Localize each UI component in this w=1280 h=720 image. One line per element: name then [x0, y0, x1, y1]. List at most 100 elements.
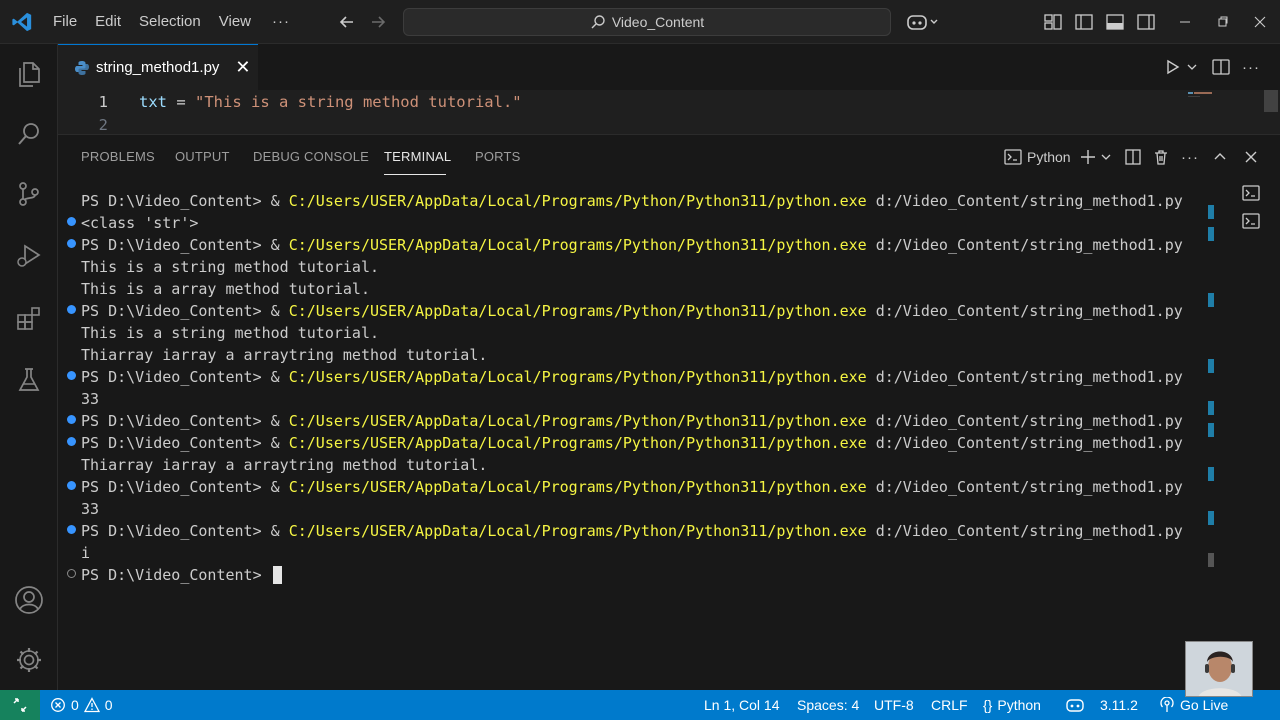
- toggle-sidebar-icon[interactable]: [1074, 12, 1094, 32]
- tab-ports[interactable]: PORTS: [475, 149, 521, 164]
- manage-gear-icon[interactable]: [13, 644, 45, 676]
- editor-area: string_method1.py ✕ ··· 1 txt = "This is…: [58, 44, 1280, 134]
- testing-icon[interactable]: [13, 364, 45, 396]
- broadcast-icon: [1160, 697, 1174, 712]
- command-center-search[interactable]: Video_Content: [403, 8, 891, 36]
- scrollbar-marker: [1208, 511, 1214, 525]
- terminal-command-line: PS D:\Video_Content> & C:/Users/USER/App…: [81, 236, 1183, 254]
- close-window-icon[interactable]: [1250, 12, 1270, 32]
- tab-close-icon[interactable]: ✕: [235, 57, 250, 78]
- forward-arrow-icon[interactable]: [368, 12, 388, 32]
- scrollbar-marker: [1208, 467, 1214, 481]
- search-view-icon[interactable]: [13, 118, 45, 150]
- terminal-scrollbar[interactable]: [1208, 187, 1224, 637]
- terminal-command-line: PS D:\Video_Content> & C:/Users/USER/App…: [81, 302, 1183, 320]
- command-decoration-dot[interactable]: [67, 569, 76, 578]
- go-live-label: Go Live: [1180, 697, 1229, 713]
- terminal-shell-label: Python: [1027, 149, 1071, 165]
- close-panel-icon[interactable]: [1242, 146, 1260, 168]
- command-decoration-dot[interactable]: [67, 481, 76, 490]
- extensions-icon[interactable]: [13, 302, 45, 334]
- editor-scrollbar[interactable]: [1264, 90, 1278, 112]
- editor-tab-string-method1[interactable]: string_method1.py ✕: [58, 44, 258, 90]
- terminal-shell-selector[interactable]: Python: [1004, 146, 1071, 168]
- minimap[interactable]: [1186, 90, 1216, 106]
- terminal-shell-icon: [1004, 149, 1022, 165]
- vscode-logo-icon[interactable]: [0, 0, 44, 44]
- code-line: 2: [58, 114, 1188, 136]
- terminal-output-line: 33: [81, 500, 100, 518]
- python-file-icon: [75, 60, 89, 75]
- split-terminal-icon[interactable]: [1124, 146, 1142, 168]
- command-decoration-dot[interactable]: [67, 415, 76, 424]
- eol-status[interactable]: CRLF: [931, 690, 968, 720]
- menu-selection[interactable]: Selection: [130, 0, 210, 44]
- language-mode-label: Python: [997, 697, 1041, 713]
- menu-view[interactable]: View: [210, 0, 260, 44]
- source-control-icon[interactable]: [13, 178, 45, 210]
- encoding-status[interactable]: UTF-8: [874, 690, 914, 720]
- title-bar: File Edit Selection View ··· Video_Conte…: [0, 0, 1280, 44]
- kill-terminal-trash-icon[interactable]: [1152, 146, 1170, 168]
- scrollbar-marker: [1208, 293, 1214, 307]
- run-debug-icon[interactable]: [13, 240, 45, 272]
- restore-icon[interactable]: [1212, 12, 1232, 32]
- editor-more-actions-icon[interactable]: ···: [1241, 56, 1261, 78]
- command-decoration-dot[interactable]: [67, 217, 76, 226]
- panel-tab-bar: PROBLEMS OUTPUT DEBUG CONSOLE TERMINAL P…: [58, 135, 1280, 179]
- remote-indicator-icon[interactable]: [0, 690, 40, 720]
- split-editor-icon[interactable]: [1211, 56, 1231, 78]
- panel-more-actions-icon[interactable]: ···: [1180, 146, 1200, 168]
- run-python-file-icon[interactable]: [1163, 56, 1183, 78]
- copilot-icon[interactable]: [905, 12, 941, 32]
- tab-problems[interactable]: PROBLEMS: [81, 149, 155, 164]
- terminal-instance-powershell-icon[interactable]: [1240, 182, 1262, 204]
- indentation-status[interactable]: Spaces: 4: [797, 690, 859, 720]
- tab-terminal[interactable]: TERMINAL: [384, 149, 451, 164]
- toggle-secondary-sidebar-icon[interactable]: [1136, 12, 1156, 32]
- menu-file[interactable]: File: [44, 0, 86, 44]
- scrollbar-marker: [1208, 205, 1214, 219]
- language-mode-status[interactable]: {} Python: [983, 690, 1041, 720]
- toggle-panel-icon[interactable]: [1105, 12, 1125, 32]
- run-dropdown-chevron-icon[interactable]: [1182, 56, 1202, 78]
- terminal-output-line: This is a string method tutorial.: [81, 324, 380, 342]
- code-editor[interactable]: 1 txt = "This is a string method tutoria…: [58, 90, 1280, 134]
- terminal-prompt-line: PS D:\Video_Content>: [81, 564, 282, 586]
- accounts-icon[interactable]: [13, 584, 45, 616]
- menu-edit[interactable]: Edit: [86, 0, 130, 44]
- activity-bar: [0, 44, 58, 690]
- customize-layout-icon[interactable]: [1043, 12, 1063, 32]
- terminal-output-line: This is a string method tutorial.: [81, 258, 380, 276]
- search-icon: [591, 15, 605, 29]
- terminal-output-line: <class 'str'>: [81, 214, 199, 232]
- maximize-panel-chevron-up-icon[interactable]: [1211, 146, 1229, 168]
- command-decoration-dot[interactable]: [67, 437, 76, 446]
- command-decoration-dot[interactable]: [67, 239, 76, 248]
- terminal-output[interactable]: PS D:\Video_Content> & C:/Users/USER/App…: [58, 187, 1208, 687]
- back-arrow-icon[interactable]: [337, 12, 357, 32]
- terminal-command-line: PS D:\Video_Content> & C:/Users/USER/App…: [81, 368, 1183, 386]
- tab-output[interactable]: OUTPUT: [175, 149, 230, 164]
- terminal-output-line: This is a array method tutorial.: [81, 280, 370, 298]
- code-text: txt = "This is a string method tutorial.…: [139, 93, 522, 111]
- terminal-instance-python-icon[interactable]: [1240, 210, 1262, 232]
- terminal-cursor: [272, 566, 282, 584]
- command-decoration-dot[interactable]: [67, 305, 76, 314]
- new-terminal-plus-icon[interactable]: [1079, 146, 1097, 168]
- terminal-command-line: PS D:\Video_Content> & C:/Users/USER/App…: [81, 412, 1183, 430]
- active-tab-indicator: [384, 174, 446, 175]
- line-number: 2: [98, 116, 108, 134]
- menu-more-icon[interactable]: ···: [260, 13, 302, 30]
- terminal-dropdown-chevron-icon[interactable]: [1099, 146, 1113, 168]
- minimize-icon[interactable]: [1175, 12, 1195, 32]
- command-decoration-dot[interactable]: [67, 525, 76, 534]
- problems-status[interactable]: 0 0: [50, 690, 113, 720]
- command-decoration-dot[interactable]: [67, 371, 76, 380]
- tab-debug-console[interactable]: DEBUG CONSOLE: [253, 149, 369, 164]
- webcam-overlay: [1185, 641, 1253, 697]
- cursor-position-status[interactable]: Ln 1, Col 14: [704, 690, 780, 720]
- python-interpreter-status[interactable]: 3.11.2: [1100, 690, 1138, 720]
- copilot-status-icon[interactable]: [1066, 690, 1084, 720]
- explorer-icon[interactable]: [13, 58, 45, 90]
